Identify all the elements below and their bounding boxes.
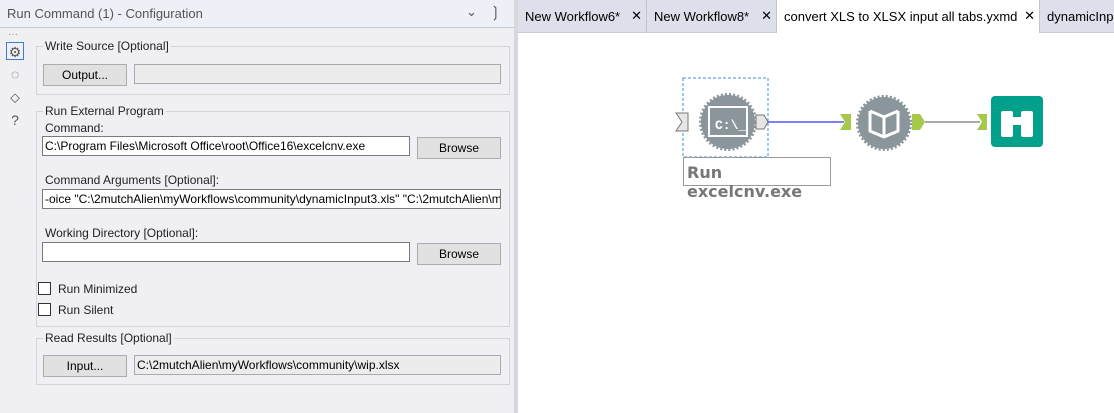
help-icon[interactable]: ? (6, 111, 24, 129)
input-data-tool[interactable] (840, 95, 925, 151)
panel-title: Run Command (1) - Configuration (7, 6, 203, 21)
run-command-tool[interactable]: C:\_ (675, 93, 769, 151)
tab-label: New Workflow8* (654, 9, 750, 24)
tag-icon[interactable]: ⬦ (6, 88, 24, 106)
tab-dynamic-input[interactable]: dynamicInput (1040, 0, 1114, 33)
panel-header: Run Command (1) - Configuration ⌄ ❳ (0, 0, 514, 28)
run-minimized-label: Run Minimized (58, 282, 138, 296)
input-button[interactable]: Input... (43, 355, 127, 377)
close-icon[interactable]: ✕ (1024, 8, 1035, 24)
tab-convert-xls[interactable]: convert XLS to XLSX input all tabs.yxmd ✕ (777, 0, 1040, 33)
tool-annotation: Run excelcnv.exe (683, 157, 831, 201)
close-icon[interactable]: ✕ (761, 8, 772, 24)
run-silent-checkbox[interactable] (38, 303, 51, 316)
tab-label: New Workflow6* (525, 9, 621, 24)
output-button[interactable]: Output... (43, 64, 127, 86)
working-directory-field[interactable] (42, 242, 410, 262)
command-label: Command: (45, 121, 104, 135)
output-path-field[interactable] (134, 64, 501, 84)
tab-new-workflow8[interactable]: New Workflow8* ✕ (647, 0, 777, 33)
input-path-field[interactable]: C:\2mutchAlien\myWorkflows\community\wip… (134, 355, 501, 375)
svg-text:C:\_: C:\_ (715, 118, 746, 133)
run-minimized-checkbox[interactable] (38, 282, 51, 295)
configuration-panel: Run Command (1) - Configuration ⌄ ❳ ··· … (0, 0, 514, 413)
tab-label: dynamicInput (1047, 9, 1114, 24)
gear-icon[interactable]: ⚙ (6, 42, 24, 60)
browse-command-button[interactable]: Browse (417, 137, 501, 159)
browse-tool[interactable] (977, 96, 1043, 147)
chevron-down-icon[interactable]: ⌄ (466, 4, 477, 20)
close-icon[interactable]: ✕ (631, 8, 642, 24)
arguments-label: Command Arguments [Optional]: (45, 173, 220, 187)
group-legend: Read Results [Optional] (43, 331, 174, 345)
command-field[interactable]: C:\Program Files\Microsoft Office\root\O… (42, 136, 410, 156)
group-legend: Run External Program (43, 104, 166, 118)
run-silent-label: Run Silent (58, 303, 114, 317)
tab-label: convert XLS to XLSX input all tabs.yxmd (784, 9, 1018, 24)
workflow-tabs: New Workflow6* ✕ New Workflow8* ✕ convert … (518, 0, 1114, 33)
connection-icon[interactable]: ◌ (6, 65, 24, 83)
working-directory-label: Working Directory [Optional]: (45, 226, 199, 240)
workflow-canvas[interactable]: C:\_ Run excelcnv.exe (518, 33, 1114, 413)
arguments-field[interactable]: -oice "C:\2mutchAlien\myWorkflows\commun… (42, 189, 501, 209)
more-icon[interactable]: ··· (8, 29, 18, 40)
browse-directory-button[interactable]: Browse (417, 243, 501, 265)
pin-icon[interactable]: ❳ (489, 3, 502, 21)
group-legend: Write Source [Optional] (43, 39, 171, 53)
tab-new-workflow6[interactable]: New Workflow6* ✕ (518, 0, 647, 33)
